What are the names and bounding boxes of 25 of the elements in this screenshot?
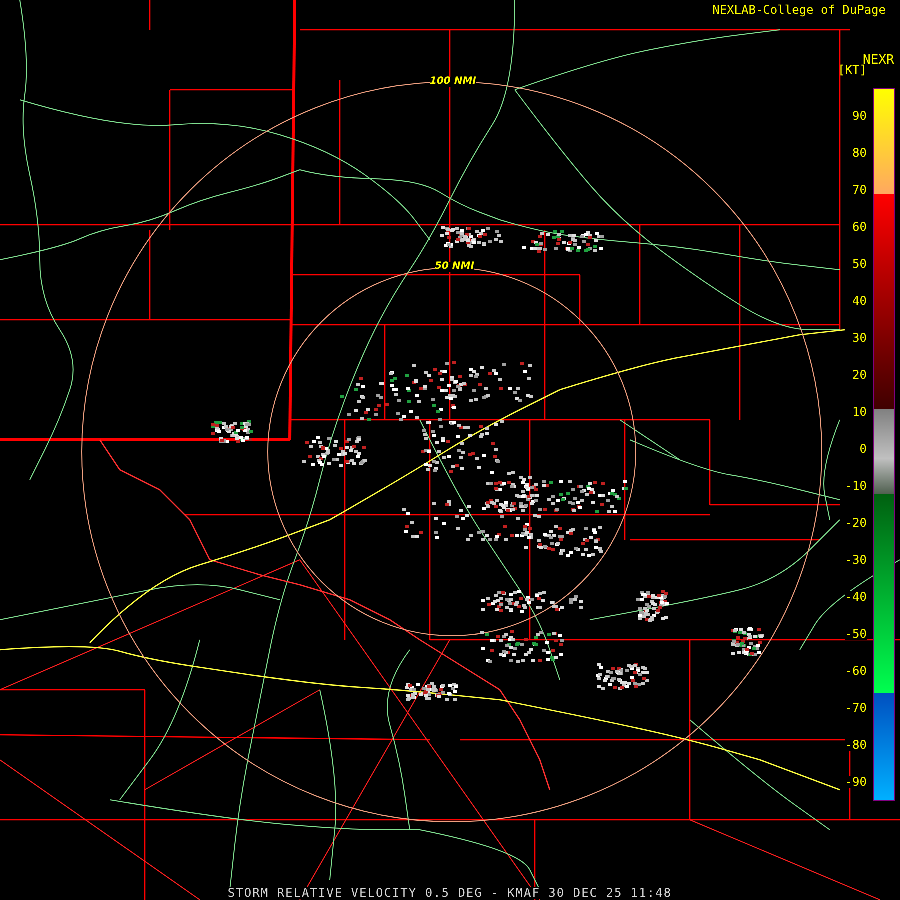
scale-tick-label: 60 [852,221,867,233]
scale-tick-label: -60 [845,665,867,677]
scale-tick-label: 30 [852,332,867,344]
scale-tick-label: 50 [852,258,867,270]
range-ring-label: 50 NMI [435,262,474,272]
scale-tick-label: -40 [845,591,867,603]
credit-text: NEXLAB-College of DuPage [712,4,886,16]
scale-tick-label: -80 [845,739,867,751]
scale-tick-label: -70 [845,702,867,714]
scale-tick-label: 20 [852,369,867,381]
scale-tick-label: 40 [852,295,867,307]
product-title: STORM RELATIVE VELOCITY 0.5 DEG - KMAF 30 DEC 25 11:48 [228,887,672,899]
units-label: [KT] [838,64,867,76]
scale-tick-label: 10 [852,406,867,418]
scale-tick-label: 90 [852,110,867,122]
product-label: NEXR [863,54,894,67]
scale-tick-label: 70 [852,184,867,196]
scale-tick-label: 0 [860,443,867,455]
scale-tick-label: -30 [845,554,867,566]
scale-tick-label: 80 [852,147,867,159]
scale-tick-label: -20 [845,517,867,529]
range-ring-label: 100 NMI [430,77,476,87]
scale-tick-label: -10 [845,480,867,492]
scale-tick-label: -50 [845,628,867,640]
scale-tick-label: -90 [845,776,867,788]
